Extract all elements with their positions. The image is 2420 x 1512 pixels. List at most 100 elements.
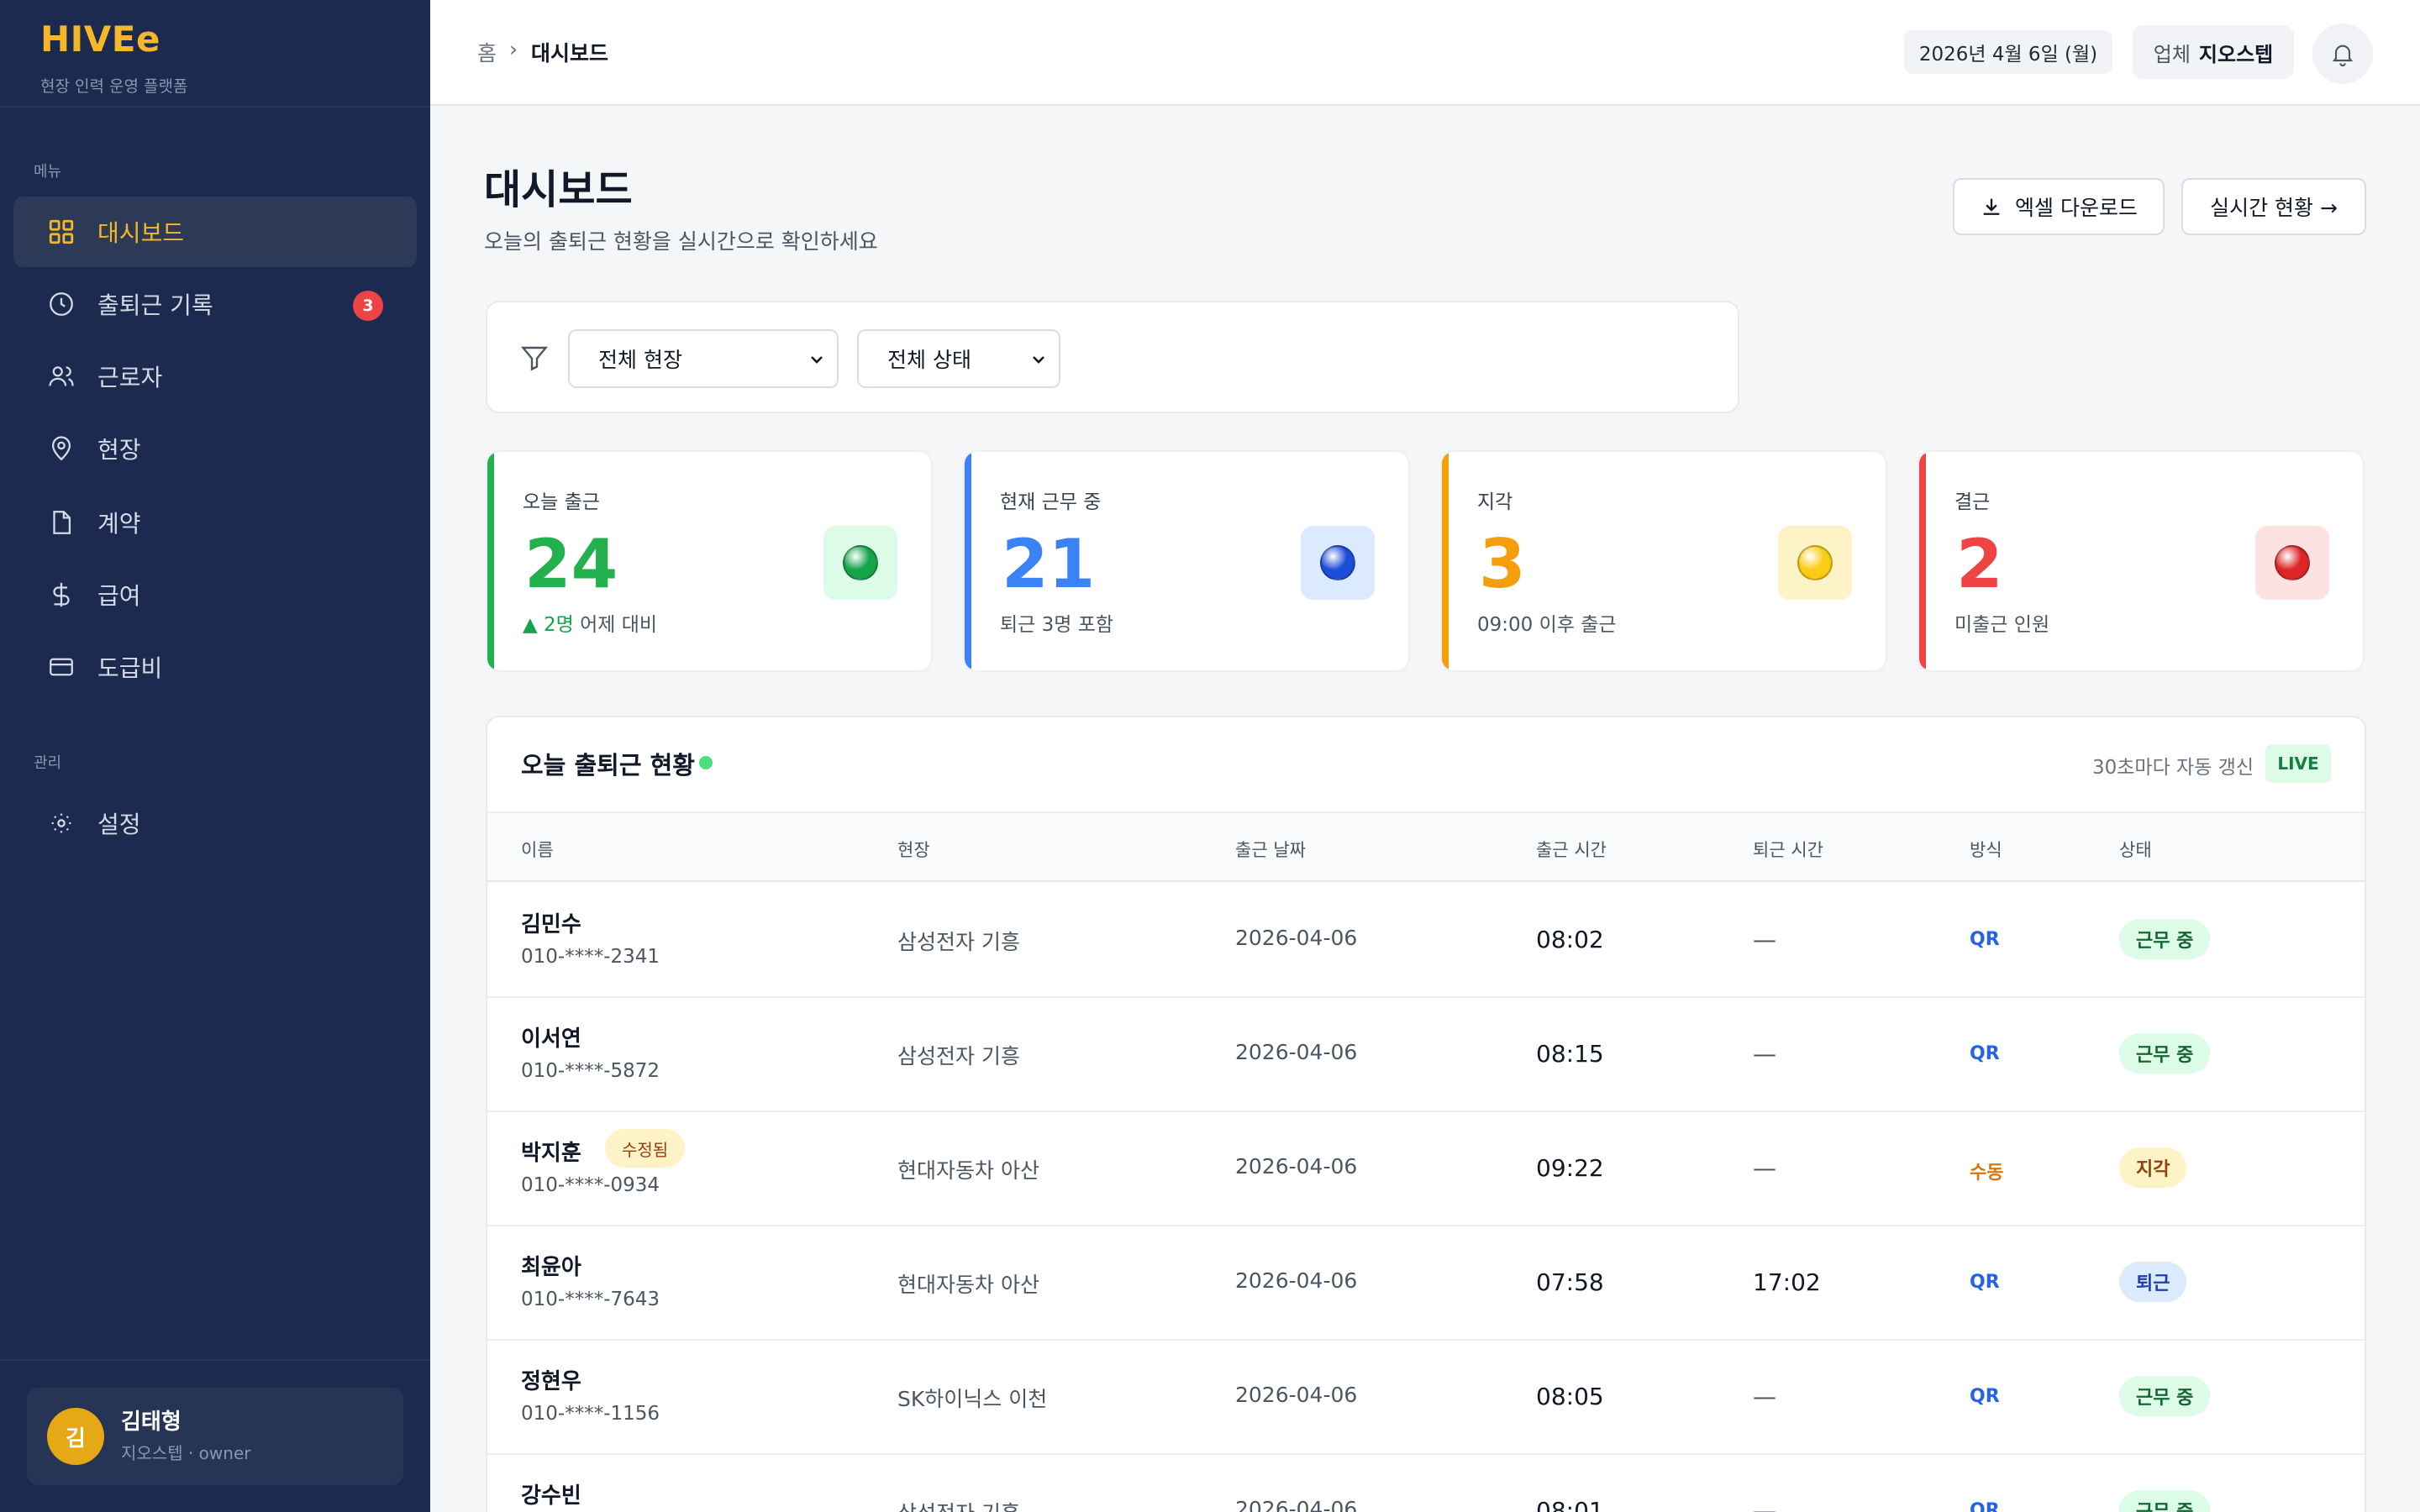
divider [0, 106, 430, 108]
status-badge: 근무 중 [2119, 1490, 2211, 1512]
date-chip: 2026년 4월 6일 (월) [1904, 30, 2112, 74]
table-row[interactable]: 이서연 010-****-5872 삼성전자 기흥 2026-04-06 08:15 — Q… [487, 998, 2365, 1112]
column-header[interactable]: 이름 [521, 837, 554, 862]
column-header[interactable]: 현장 [897, 837, 930, 862]
stat-card-late[interactable]: 지각 3 09:00 이후 출근 [1440, 450, 1887, 672]
chevron-down-icon [811, 356, 823, 364]
company-selector[interactable]: 업체 지오스텝 [2133, 25, 2294, 79]
sidebar-item-label: 급여 [97, 582, 141, 610]
filter-icon [520, 346, 549, 371]
blue-orb-icon [1320, 545, 1355, 580]
sidebar-item-sites[interactable]: 현장 [13, 413, 417, 484]
checkin-time-cell: 07:58 [1536, 1268, 1604, 1296]
download-icon [1983, 198, 2000, 215]
status-badge: 근무 중 [2119, 1033, 2211, 1074]
live-badge: LIVE [2265, 744, 2331, 783]
worker-name: 박지훈 [521, 1141, 581, 1166]
site-filter-value: 전체 현장 [598, 348, 682, 372]
date-cell: 2026-04-06 [1235, 1040, 1358, 1064]
status-orb-box [2255, 526, 2329, 600]
sidebar-item-attendance[interactable]: 출퇴근 기록 3 [13, 269, 417, 339]
sidebar-item-workers[interactable]: 근로자 [13, 341, 417, 412]
site-cell: 삼성전자 기흥 [897, 1497, 1020, 1512]
user-name: 김태형 [121, 1410, 182, 1435]
site-filter-select[interactable]: 전체 현장 [568, 329, 839, 388]
stat-note-text: 어제 대비 [573, 614, 658, 636]
company-name: 지오스텝 [2198, 42, 2274, 66]
user-profile-card[interactable]: 김 김태형 지오스텝 · owner [27, 1388, 403, 1485]
worker-phone: 010-****-1156 [521, 1403, 660, 1425]
status-badge: 지각 [2119, 1147, 2187, 1188]
checkout-time-cell: — [1753, 1154, 1776, 1182]
red-orb-icon [2275, 545, 2310, 580]
table-row[interactable]: 김민수 010-****-2341 삼성전자 기흥 2026-04-06 08:02 — Q… [487, 884, 2365, 998]
sidebar-item-label: 설정 [97, 811, 141, 838]
users-icon [47, 362, 76, 391]
document-icon [47, 508, 76, 537]
live-status-button[interactable]: 실시간 현황 → [2181, 178, 2366, 235]
status-orb-box [1778, 526, 1852, 600]
clock-icon [47, 290, 76, 318]
grid-icon [47, 218, 76, 246]
stat-value: 21 [1002, 525, 1096, 603]
date-cell: 2026-04-06 [1235, 926, 1358, 950]
green-orb-icon [843, 545, 878, 580]
notifications-button[interactable] [2312, 24, 2373, 84]
checkin-time-cell: 08:01 [1536, 1497, 1604, 1512]
column-header[interactable]: 상태 [2119, 837, 2152, 862]
site-cell: SK하이닉스 이천 [897, 1387, 1048, 1411]
stat-accent-bar [1442, 452, 1449, 670]
stat-card-working[interactable]: 현재 근무 중 21 퇴근 3명 포함 [963, 450, 1410, 672]
stat-label: 현재 근무 중 [1000, 491, 1102, 513]
sidebar-item-label: 대시보드 [97, 219, 185, 247]
topbar: 홈 › 대시보드 2026년 4월 6일 (월) 업체 지오스텝 [430, 0, 2420, 106]
brand-logo[interactable]: HIVEe [40, 18, 160, 60]
table-header: 이름 현장 출근 날짜 출근 시간 퇴근 시간 방식 상태 [487, 811, 2365, 882]
sidebar-item-subcontract[interactable]: 도급비 [13, 632, 417, 702]
auto-refresh-text: 30초마다 자동 갱신 [2092, 757, 2254, 779]
edited-badge: 수정됨 [605, 1129, 686, 1168]
breadcrumb-home[interactable]: 홈 [477, 37, 497, 67]
table-row[interactable]: 박지훈 수정됨 010-****-0934 현대자동차 아산 2026-04-06 09:… [487, 1112, 2365, 1226]
dollar-icon [47, 580, 76, 609]
page-title: 대시보드 [484, 166, 633, 213]
sidebar: HIVEe 현장 인력 운영 플랫폼 메뉴 대시보드 출퇴근 기록 3 근로자 … [0, 0, 430, 1512]
divider [0, 1359, 430, 1361]
stat-note: 퇴근 3명 포함 [1000, 614, 1114, 636]
sidebar-item-contracts[interactable]: 계약 [13, 487, 417, 558]
status-filter-select[interactable]: 전체 상태 [857, 329, 1060, 388]
column-header[interactable]: 방식 [1970, 837, 2002, 862]
checkout-time-cell: 17:02 [1753, 1268, 1821, 1296]
excel-download-button[interactable]: 엑셀 다운로드 [1953, 178, 2165, 235]
column-header[interactable]: 출근 시간 [1536, 837, 1607, 862]
stat-label: 결근 [1954, 491, 1991, 513]
checkin-time-cell: 08:15 [1536, 1040, 1604, 1068]
sidebar-item-payroll[interactable]: 급여 [13, 559, 417, 630]
company-label: 업체 [2153, 42, 2191, 66]
column-header[interactable]: 퇴근 시간 [1753, 837, 1823, 862]
stat-card-checkin[interactable]: 오늘 출근 24 ▲ 2명 어제 대비 [486, 450, 933, 672]
sidebar-item-settings[interactable]: 설정 [13, 788, 417, 858]
table-row[interactable]: 강수빈삼성전자 기흥 2026-04-06 08:01 — QR 근무 중 [487, 1455, 2365, 1512]
breadcrumb-current: 대시보드 [531, 41, 609, 66]
notification-badge: 3 [353, 291, 383, 321]
site-cell: 삼성전자 기흥 [897, 930, 1020, 954]
column-header[interactable]: 출근 날짜 [1235, 837, 1306, 862]
bell-icon [2332, 45, 2354, 66]
avatar: 김 [47, 1408, 104, 1465]
table-row[interactable]: 정현우 010-****-1156 SK하이닉스 이천 2026-04-06 08:05… [487, 1341, 2365, 1455]
stat-label: 지각 [1477, 491, 1513, 513]
worker-name: 이서연 [521, 1026, 581, 1052]
site-cell: 삼성전자 기흥 [897, 1044, 1020, 1068]
table-row[interactable]: 최윤아 010-****-7643 현대자동차 아산 2026-04-06 07:58 1… [487, 1226, 2365, 1341]
method-cell: QR [1970, 929, 2000, 950]
stat-card-absent[interactable]: 결근 2 미출근 인원 [1918, 450, 2365, 672]
site-cell: 현대자동차 아산 [897, 1273, 1039, 1297]
checkin-time-cell: 08:02 [1536, 926, 1604, 953]
sidebar-item-label: 도급비 [97, 654, 163, 682]
worker-name: 정현우 [521, 1369, 581, 1394]
credit-card-icon [47, 653, 76, 681]
status-badge: 퇴근 [2119, 1262, 2187, 1302]
page-subtitle: 오늘의 출퇴근 현황을 실시간으로 확인하세요 [484, 229, 878, 254]
sidebar-item-dashboard[interactable]: 대시보드 [13, 197, 417, 267]
